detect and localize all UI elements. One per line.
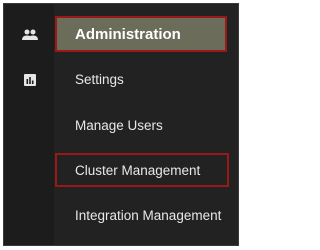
- users-icon[interactable]: [22, 27, 38, 43]
- icon-rail: [4, 4, 54, 245]
- menu-item-integration-management[interactable]: Integration Management: [54, 197, 238, 233]
- screenshot-frame: Administration Settings Manage Users Clu…: [3, 3, 239, 246]
- menu-item-label: Cluster Management: [75, 162, 201, 178]
- menu-item-settings[interactable]: Settings: [54, 61, 238, 97]
- menu-item-label: Manage Users: [75, 117, 163, 133]
- menu-item-label: Integration Management: [75, 207, 222, 223]
- chart-icon[interactable]: [22, 72, 38, 88]
- menu-item-administration[interactable]: Administration: [55, 16, 227, 52]
- menu-item-manage-users[interactable]: Manage Users: [54, 107, 238, 143]
- menu-item-label: Administration: [75, 25, 181, 43]
- admin-menu: Administration Settings Manage Users Clu…: [54, 4, 238, 245]
- menu-item-label: Settings: [75, 71, 124, 87]
- menu-item-cluster-management[interactable]: Cluster Management: [55, 153, 229, 187]
